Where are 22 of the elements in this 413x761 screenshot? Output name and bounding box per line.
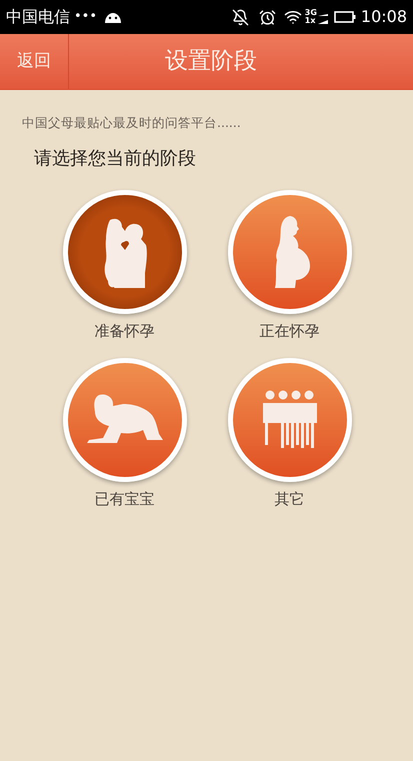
muted-bell-icon: [232, 8, 249, 26]
stage-option[interactable]: 其它: [207, 358, 372, 511]
battery-icon: [334, 11, 356, 23]
network-type-label: 1x: [304, 17, 316, 25]
stage-option[interactable]: 正在怀孕: [207, 190, 372, 342]
stage-label: 正在怀孕: [260, 320, 320, 342]
wifi-icon: [284, 8, 302, 26]
stage-label: 已有宝宝: [94, 489, 154, 510]
stage-label: 准备怀孕: [94, 320, 154, 342]
page-title: 设置阶段: [164, 47, 258, 76]
stage-option[interactable]: 已有宝宝: [42, 358, 207, 511]
clock-time: 10:08: [360, 6, 407, 28]
tagline: 中国父母最贴心最及时的问答平台......: [22, 114, 242, 132]
prompt-heading: 请选择您当前的阶段: [34, 146, 197, 171]
notification-dots: •••: [74, 8, 98, 26]
alarm-clock-icon: [258, 8, 276, 26]
group-of-people-icon: [260, 390, 318, 450]
stage-option[interactable]: 准备怀孕: [42, 190, 207, 342]
stage-label: 其它: [274, 489, 304, 510]
carrier-name: 中国电信: [6, 6, 70, 28]
android-icon: [103, 10, 124, 24]
network-type-label: 3G: [304, 9, 317, 17]
